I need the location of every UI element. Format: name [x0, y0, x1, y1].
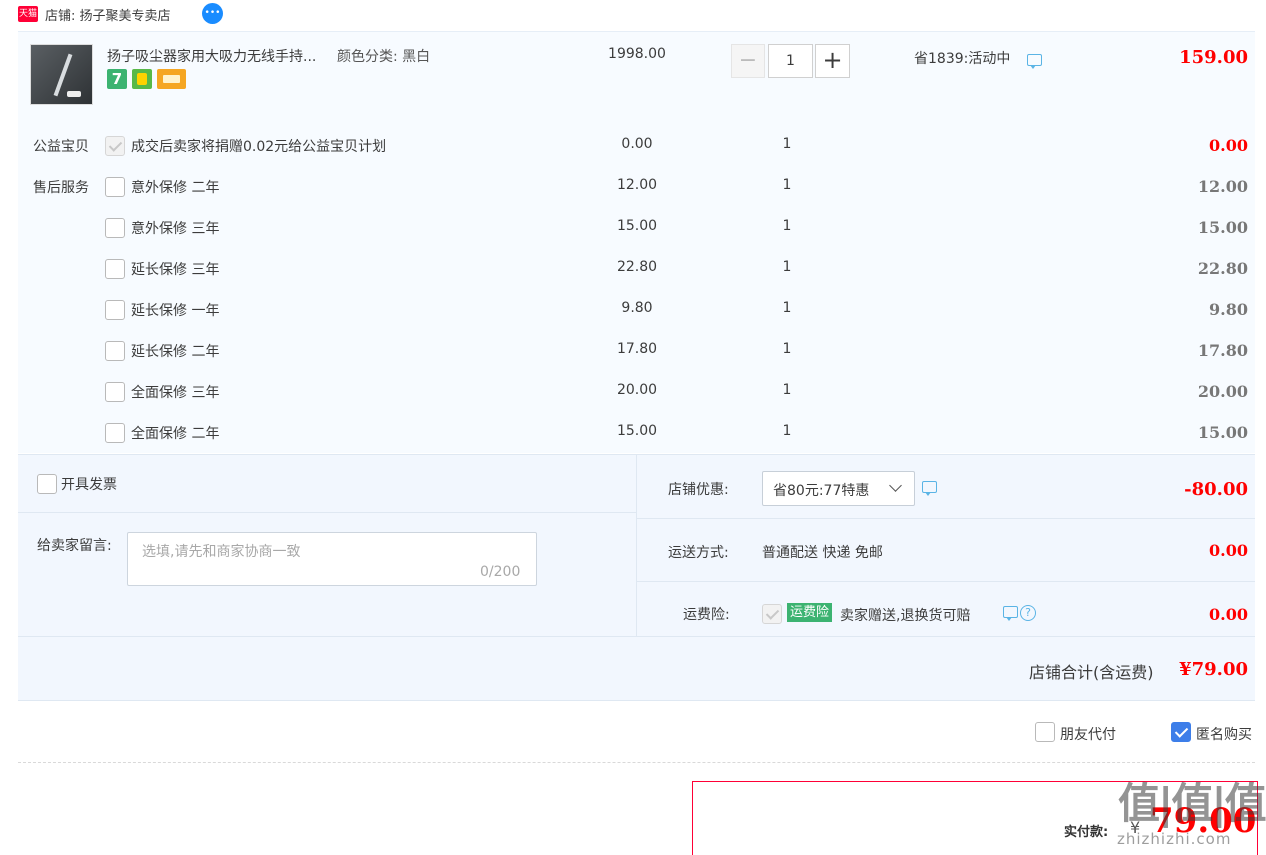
- service-total: 12.00: [1197, 177, 1248, 196]
- charity-total: 0.00: [1209, 136, 1248, 155]
- quantity-minus-button[interactable]: −: [731, 44, 765, 78]
- service-qty: 1: [782, 218, 792, 234]
- service-name: 意外保修 二年: [131, 180, 220, 196]
- shop-total-amount: ¥79.00: [1179, 659, 1248, 680]
- divider: [636, 454, 637, 636]
- product-total: 159.00: [1179, 47, 1248, 68]
- service-checkbox[interactable]: [105, 218, 125, 238]
- service-checkbox[interactable]: [105, 300, 125, 320]
- guarantee-icon: [132, 69, 152, 89]
- service-name: 延长保修 二年: [131, 344, 220, 360]
- service-checkbox[interactable]: [105, 259, 125, 279]
- watermark-logo: 值|值|值: [1118, 779, 1266, 828]
- service-qty: 1: [782, 382, 792, 398]
- credit-card-icon: [157, 69, 186, 89]
- anonymous-checkbox[interactable]: [1171, 722, 1191, 742]
- payment-label: 实付款:: [1064, 825, 1109, 840]
- service-checkbox[interactable]: [105, 423, 125, 443]
- shipping-amount: 0.00: [1209, 541, 1248, 560]
- shop-header: 天猫 店铺: 扬子聚美专卖店 •••: [0, 0, 1266, 30]
- service-total: 15.00: [1197, 423, 1248, 442]
- service-total: 17.80: [1197, 341, 1248, 360]
- product-sku: 颜色分类: 黑白: [337, 49, 431, 65]
- divider: [18, 636, 1255, 637]
- charity-qty: 1: [782, 136, 792, 152]
- service-price: 9.80: [621, 300, 653, 316]
- service-name: 全面保修 三年: [131, 385, 220, 401]
- charity-text: 成交后卖家将捐赠0.02元给公益宝贝计划: [131, 139, 387, 155]
- insurance-tag: 运费险: [787, 603, 833, 622]
- discount-amount: -80.00: [1184, 479, 1248, 500]
- charity-label: 公益宝贝: [33, 139, 89, 155]
- insurance-label: 运费险:: [683, 607, 730, 623]
- insurance-text: 卖家赠送,退换货可赔: [840, 608, 971, 624]
- help-icon[interactable]: ?: [1020, 605, 1036, 621]
- discount-info-icon[interactable]: [922, 481, 937, 496]
- message-placeholder: 选填,请先和商家协商一致: [142, 544, 301, 560]
- service-qty: 1: [782, 259, 792, 275]
- service-price: 15.00: [616, 218, 658, 234]
- divider: [18, 762, 1255, 763]
- product-thumbnail[interactable]: [30, 44, 93, 105]
- seven-day-return-icon: 7: [107, 69, 127, 89]
- invoice-checkbox[interactable]: [37, 474, 57, 494]
- chat-bubble-icon[interactable]: •••: [202, 3, 223, 24]
- divider: [637, 518, 1255, 519]
- insurance-info-icon[interactable]: [1003, 606, 1018, 621]
- service-price: 15.00: [616, 423, 658, 439]
- service-total: 20.00: [1197, 382, 1248, 401]
- shipping-label: 运送方式:: [668, 545, 729, 561]
- charity-checkbox: [105, 136, 125, 156]
- service-qty: 1: [782, 423, 792, 439]
- divider: [18, 512, 636, 513]
- discount-selected: 省80元:77特惠: [773, 483, 870, 499]
- watermark-url: zhizhizhi.com: [1117, 830, 1232, 848]
- service-checkbox[interactable]: [105, 177, 125, 197]
- service-price: 22.80: [616, 259, 658, 275]
- service-price: 17.80: [616, 341, 658, 357]
- friend-pay-label: 朋友代付: [1060, 727, 1116, 743]
- service-name: 延长保修 一年: [131, 303, 220, 319]
- divider: [637, 581, 1255, 582]
- shop-total-label: 店铺合计(含运费): [1029, 663, 1154, 682]
- friend-pay-checkbox[interactable]: [1035, 722, 1055, 742]
- product-title-link[interactable]: 扬子吸尘器家用大吸力无线手持...: [107, 46, 316, 66]
- shop-name-link[interactable]: 店铺: 扬子聚美专卖店: [45, 5, 171, 24]
- quantity-input[interactable]: 1: [768, 44, 813, 78]
- service-total: 9.80: [1209, 300, 1248, 319]
- service-name: 延长保修 三年: [131, 262, 220, 278]
- tmall-logo: 天猫: [18, 6, 38, 22]
- anonymous-label: 匿名购买: [1196, 727, 1252, 743]
- service-total: 15.00: [1197, 218, 1248, 237]
- shipping-value: 普通配送 快递 免邮: [762, 545, 883, 561]
- quantity-plus-button[interactable]: +: [815, 44, 850, 78]
- service-price: 12.00: [616, 177, 658, 193]
- service-price: 20.00: [616, 382, 658, 398]
- after-sales-label: 售后服务: [33, 180, 89, 196]
- product-unit-price: 1998.00: [608, 46, 666, 62]
- service-name: 意外保修 三年: [131, 221, 220, 237]
- message-label: 给卖家留言:: [37, 538, 112, 554]
- service-name: 全面保修 二年: [131, 426, 220, 442]
- service-qty: 1: [782, 341, 792, 357]
- invoice-label: 开具发票: [61, 477, 117, 493]
- promo-info-icon[interactable]: [1027, 54, 1042, 69]
- service-total: 22.80: [1197, 259, 1248, 278]
- discount-label: 店铺优惠:: [668, 482, 729, 498]
- insurance-checkbox: [762, 604, 782, 624]
- service-checkbox[interactable]: [105, 341, 125, 361]
- service-checkbox[interactable]: [105, 382, 125, 402]
- service-qty: 1: [782, 177, 792, 193]
- insurance-amount: 0.00: [1209, 605, 1248, 624]
- message-counter: 0/200: [480, 564, 521, 580]
- promotion-saving: 省1839:活动中: [914, 51, 1011, 67]
- service-qty: 1: [782, 300, 792, 316]
- charity-price: 0.00: [621, 136, 653, 152]
